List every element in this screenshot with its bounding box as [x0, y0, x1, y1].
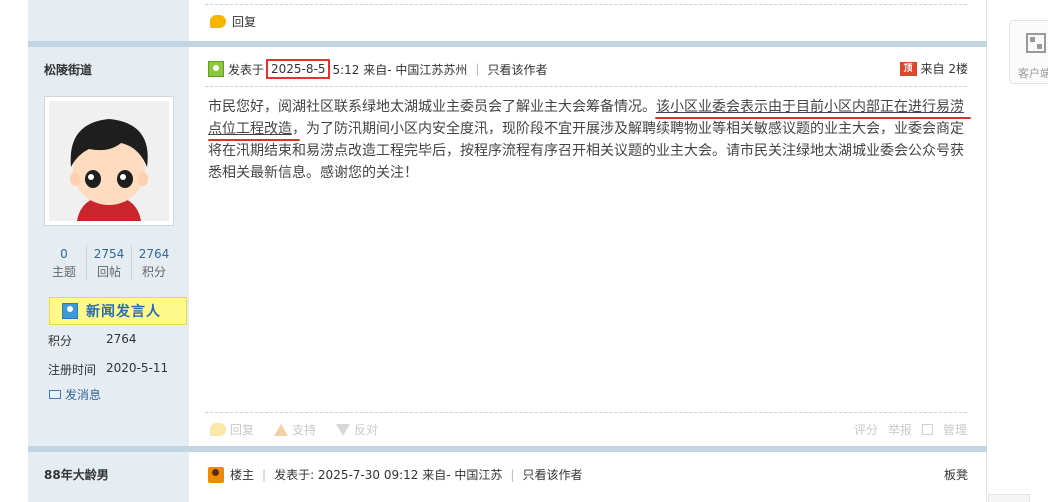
posted-time-location: 5:12 来自- 中国江苏苏州 — [332, 62, 468, 77]
floor-label: 来自 2楼 — [920, 62, 968, 76]
thumbs-down-icon — [336, 423, 351, 436]
manage-link[interactable]: 管理 — [943, 421, 967, 438]
next-only-author-link[interactable]: 只看该作者 — [522, 466, 582, 483]
post-text-part1: 市民您好，阅湖社区联系绿地太湖城业主委员会了解业主大会筹备情况。 — [208, 99, 656, 115]
post-actions: 回复 支持 反对 — [210, 421, 378, 438]
reply-button[interactable]: 回复 — [210, 421, 254, 438]
manage-checkbox[interactable] — [921, 424, 933, 435]
author-stats: 0 主题 2754 回帖 2764 积分 — [42, 245, 176, 281]
online-status-icon — [208, 61, 224, 77]
prev-reply-button[interactable]: 回复 — [210, 13, 256, 30]
send-message-label: 发消息 — [65, 388, 102, 402]
posted-date-highlight: 2025-8-5 — [266, 59, 331, 79]
annotation-underline — [208, 139, 300, 141]
thread-starter-label: 楼主 — [230, 468, 255, 482]
prev-reply-label: 回复 — [232, 15, 257, 29]
points-row: 积分 2764 — [48, 332, 137, 349]
client-app-widget[interactable]: 客户端 — [1009, 20, 1048, 84]
divider: | — [510, 467, 515, 482]
next-posted-info: 发表于: 2025-7-30 09:12 来自- 中国江苏 — [274, 468, 503, 482]
stat-label: 回帖 — [96, 265, 121, 279]
posted-prefix: 发表于 — [228, 62, 265, 77]
avatar[interactable] — [44, 96, 174, 226]
stat-threads[interactable]: 0 主题 — [42, 245, 87, 281]
user-group-label: 新闻发言人 — [86, 304, 161, 320]
stat-value: 0 — [60, 247, 68, 261]
register-value: 2020-5-11 — [106, 361, 169, 375]
divider: | — [475, 62, 480, 76]
envelope-icon — [49, 390, 61, 399]
divider — [205, 86, 967, 87]
user-group-icon — [62, 303, 78, 319]
support-label: 支持 — [292, 423, 317, 437]
only-author-link[interactable]: 只看该作者 — [487, 61, 547, 78]
post-author-name[interactable]: 松陵街道 — [44, 61, 92, 78]
reply-label: 回复 — [230, 423, 255, 437]
stat-label: 积分 — [141, 265, 166, 279]
reply-icon — [210, 15, 226, 28]
top-icon: 顶 — [899, 61, 917, 76]
next-floor-label[interactable]: 板凳 — [944, 466, 968, 483]
client-app-label: 客户端 — [1018, 67, 1048, 80]
post-separator — [28, 41, 987, 47]
register-row: 注册时间 2020-5-11 — [48, 361, 168, 378]
avatar-cartoon-icon — [49, 101, 169, 221]
reply-icon — [210, 423, 226, 436]
post-admin-actions: 评分 举报 管理 — [854, 421, 967, 438]
floor-indicator[interactable]: 顶 来自 2楼 — [899, 60, 968, 77]
report-link[interactable]: 举报 — [888, 421, 912, 438]
user-group-badge: 新闻发言人 — [49, 297, 187, 325]
points-label: 积分 — [48, 334, 73, 348]
post-text-part2: ，为了防汛期间小区内安全度汛，现阶段不宜开展涉及解聘续聘物业等相关敏感议题的业主… — [208, 121, 964, 181]
divider: | — [262, 467, 267, 482]
register-label: 注册时间 — [48, 363, 97, 377]
divider — [205, 4, 967, 5]
post-content: 市民您好，阅湖社区联系绿地太湖城业主委员会了解业主大会筹备情况。该小区业委会表示… — [208, 96, 973, 184]
support-button[interactable]: 支持 — [274, 421, 316, 438]
next-post-author-name[interactable]: 88年大龄男 — [44, 466, 109, 483]
qr-code-icon — [1026, 33, 1046, 53]
stat-points[interactable]: 2764 积分 — [132, 245, 176, 281]
post-separator — [28, 446, 987, 452]
rate-link[interactable]: 评分 — [854, 421, 878, 438]
next-post-header: 楼主 | 发表于: 2025-7-30 09:12 来自- 中国江苏 | 只看该… — [208, 466, 968, 483]
stat-value: 2754 — [93, 247, 125, 261]
oppose-button[interactable]: 反对 — [336, 421, 378, 438]
stat-replies[interactable]: 2754 回帖 — [87, 245, 132, 281]
post-header: 发表于 2025-8-5 5:12 来自- 中国江苏苏州 | 只看该作者 顶 来… — [208, 59, 968, 79]
send-message-link[interactable]: 发消息 — [49, 386, 101, 403]
thumbs-up-icon — [274, 423, 289, 436]
oppose-label: 反对 — [354, 423, 379, 437]
points-value: 2764 — [106, 332, 137, 346]
scroll-top-button[interactable] — [988, 494, 1030, 502]
thread-starter-icon — [208, 466, 224, 483]
annotation-underline — [655, 117, 971, 119]
stat-label: 主题 — [51, 265, 76, 279]
divider — [205, 412, 967, 413]
stat-value: 2764 — [138, 247, 170, 261]
